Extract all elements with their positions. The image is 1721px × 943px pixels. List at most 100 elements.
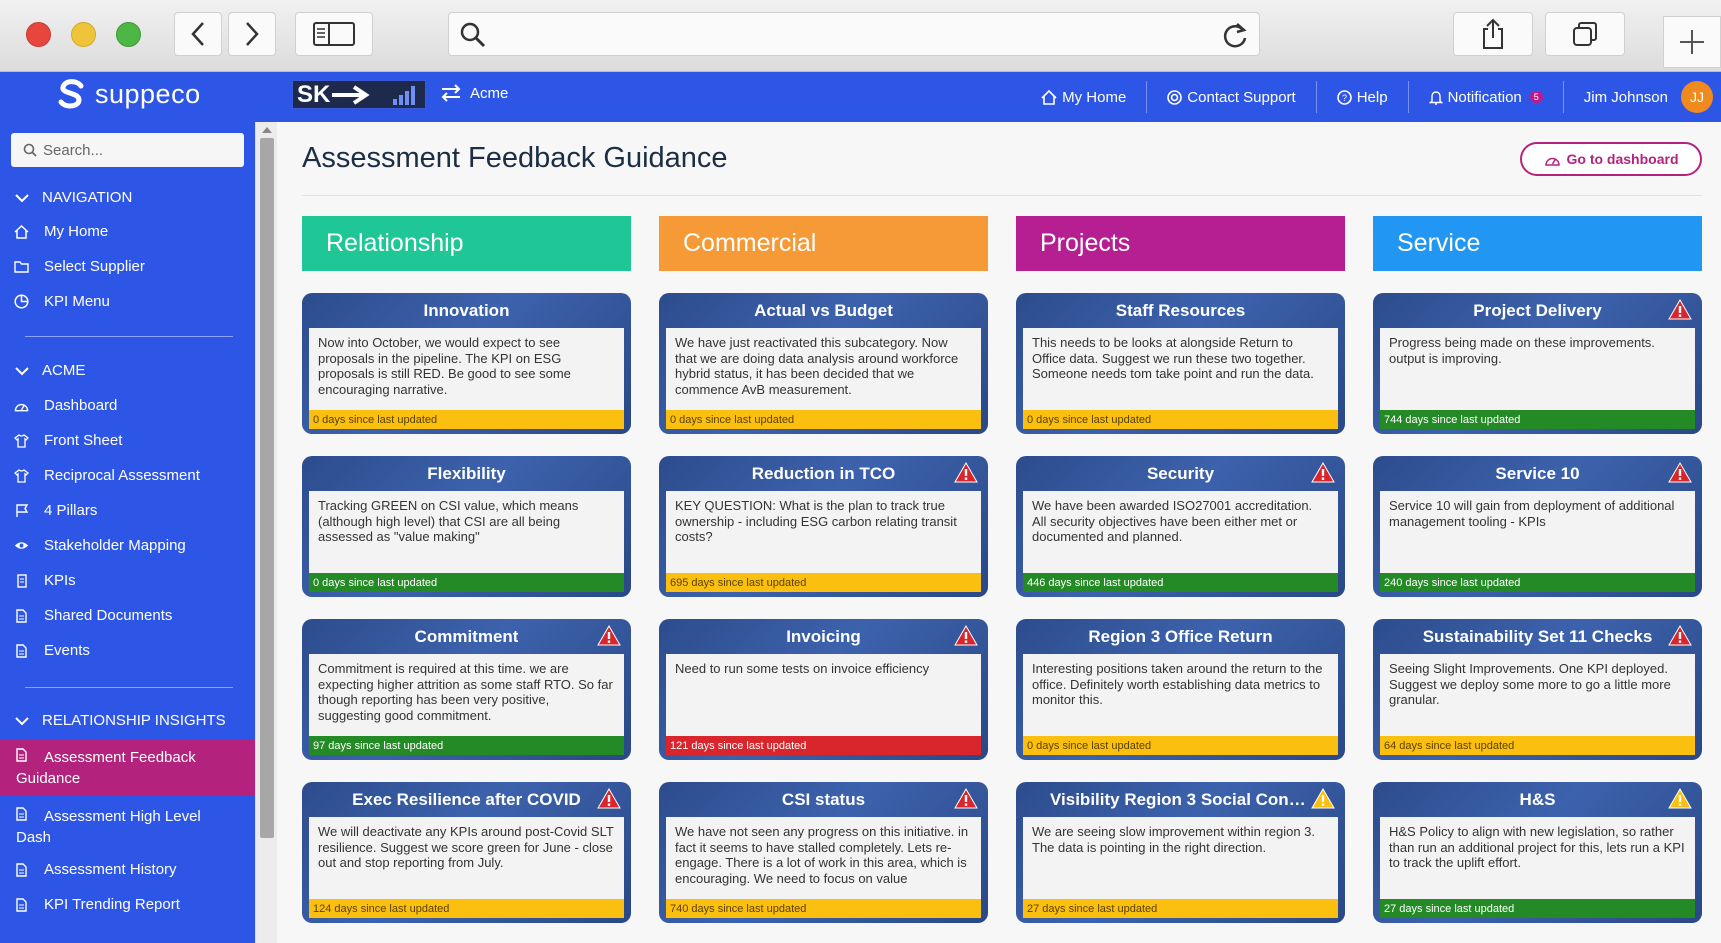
card-status-bar: 446 days since last updated xyxy=(1023,573,1338,592)
zoom-window-button[interactable] xyxy=(116,22,141,47)
sidebar-item-shared-documents[interactable]: Shared Documents xyxy=(14,607,172,624)
sidebar-item-label: KPIs xyxy=(44,572,76,589)
sidebar-item-4-pillars[interactable]: 4 Pillars xyxy=(14,502,97,519)
close-window-button[interactable] xyxy=(26,22,51,47)
last-updated-text: 0 days since last updated xyxy=(670,413,795,426)
card-status-bar: 695 days since last updated xyxy=(666,573,981,592)
document-icon xyxy=(16,862,27,877)
card-title-text: Project Delivery xyxy=(1473,301,1602,320)
card-status-bar: 0 days since last updated xyxy=(1023,410,1338,429)
sidebar-item-events[interactable]: Events xyxy=(14,642,90,659)
suppeco-logo-icon xyxy=(58,79,84,109)
sidebar-item-front-sheet[interactable]: Front Sheet xyxy=(14,432,122,449)
chevron-left-icon xyxy=(191,22,204,46)
sidebar-item-assessment-high-level-dash[interactable]: Assessment High Level Dash xyxy=(0,798,255,850)
speedometer-icon xyxy=(14,403,29,411)
sidebar-toggle-button[interactable] xyxy=(295,12,373,56)
reload-icon[interactable] xyxy=(1221,20,1249,50)
feedback-card[interactable]: Region 3 Office Return Interesting positi… xyxy=(1016,619,1345,760)
card-status-bar: 0 days since last updated xyxy=(309,573,624,592)
feedback-card[interactable]: Innovation Now into October, we would exp… xyxy=(302,293,631,434)
forward-button[interactable] xyxy=(228,12,276,56)
document-icon xyxy=(16,897,27,912)
card-title: Exec Resilience after COVID xyxy=(302,782,631,818)
shirt-icon xyxy=(14,468,29,483)
sidebar-item-label: Assessment History xyxy=(44,861,177,878)
card-title: CSI status xyxy=(659,782,988,818)
sidebar-item-assessment-feedback-guidance[interactable]: Assessment Feedback Guidance xyxy=(0,739,255,796)
last-updated-text: 446 days since last updated xyxy=(1027,576,1164,589)
plus-icon xyxy=(1680,30,1704,54)
go-to-dashboard-button[interactable]: Go to dashboard xyxy=(1520,142,1702,176)
section-navigation[interactable]: NAVIGATION xyxy=(14,189,132,206)
section-acme[interactable]: ACME xyxy=(14,362,85,379)
card-status-bar: 27 days since last updated xyxy=(1023,899,1338,918)
flag-icon xyxy=(15,503,28,517)
sidebar-item-dashboard[interactable]: Dashboard xyxy=(14,397,117,414)
feedback-card[interactable]: Exec Resilience after COVID We will deact… xyxy=(302,782,631,923)
bell-icon xyxy=(1428,90,1443,105)
scroll-up-icon[interactable] xyxy=(261,126,273,134)
sidebar-item-assessment-history[interactable]: Assessment History xyxy=(14,861,177,878)
chevron-right-icon xyxy=(246,22,259,46)
sidebar-search-input[interactable]: Search... xyxy=(11,133,244,167)
card-body: Commitment is required at this time. we … xyxy=(309,654,624,736)
scrollbar-thumb[interactable] xyxy=(260,138,274,838)
card-status-bar: 0 days since last updated xyxy=(309,410,624,429)
feedback-card[interactable]: Security We have been awarded ISO27001 ac… xyxy=(1016,456,1345,597)
title-divider xyxy=(302,195,1702,196)
sidebar-item-kpis[interactable]: KPIs xyxy=(14,572,76,589)
my-home-link[interactable]: My Home xyxy=(1021,81,1146,113)
sidebar-item-kpi-menu[interactable]: KPI Menu xyxy=(14,293,110,310)
card-status-bar: 97 days since last updated xyxy=(309,736,624,755)
feedback-card[interactable]: H&S H&S Policy to align with new legislat… xyxy=(1373,782,1702,923)
tabs-button[interactable] xyxy=(1545,12,1625,56)
feedback-card[interactable]: Visibility Region 3 Social Condi... We ar… xyxy=(1016,782,1345,923)
feedback-card[interactable]: Service 10 Service 10 will gain from depl… xyxy=(1373,456,1702,597)
last-updated-text: 240 days since last updated xyxy=(1384,576,1521,589)
new-tab-button[interactable] xyxy=(1663,16,1721,68)
last-updated-text: 744 days since last updated xyxy=(1384,413,1521,426)
feedback-card[interactable]: Actual vs Budget We have just reactivated… xyxy=(659,293,988,434)
feedback-card[interactable]: Invoicing Need to run some tests on invoi… xyxy=(659,619,988,760)
warning-icon xyxy=(1668,462,1692,488)
minimize-window-button[interactable] xyxy=(71,22,96,47)
card-title-text: Actual vs Budget xyxy=(754,301,893,320)
card-title-text: Sustainability Set 11 Checks xyxy=(1422,627,1653,646)
contact-support-link[interactable]: Contact Support xyxy=(1146,81,1315,113)
sidebar-item-reciprocal-assessment[interactable]: Reciprocal Assessment xyxy=(14,467,200,484)
address-bar[interactable] xyxy=(448,12,1260,56)
feedback-card[interactable]: Reduction in TCO KEY QUESTION: What is th… xyxy=(659,456,988,597)
feedback-card[interactable]: Commitment Commitment is required at this… xyxy=(302,619,631,760)
account-switcher[interactable]: Acme xyxy=(440,84,508,102)
sidebar-item-select-supplier[interactable]: Select Supplier xyxy=(14,258,145,275)
suppeco-logo[interactable]: suppeco xyxy=(55,78,201,110)
feedback-card[interactable]: Flexibility Tracking GREEN on CSI value, … xyxy=(302,456,631,597)
section-title: ACME xyxy=(42,362,86,379)
svg-text:?: ? xyxy=(1342,93,1347,103)
sidebar-item-stakeholder-mapping[interactable]: Stakeholder Mapping xyxy=(14,537,186,554)
section-relationship-insights[interactable]: RELATIONSHIP INSIGHTS xyxy=(14,712,226,729)
folder-icon xyxy=(14,261,29,273)
card-status-bar: 121 days since last updated xyxy=(666,736,981,755)
feedback-card[interactable]: CSI status We have not seen any progress … xyxy=(659,782,988,923)
warning-icon xyxy=(597,788,621,814)
card-body: Need to run some tests on invoice effici… xyxy=(666,654,981,736)
sidebar-item-kpi-trending-report[interactable]: KPI Trending Report xyxy=(14,896,180,913)
feedback-card[interactable]: Staff Resources This needs to be looks at… xyxy=(1016,293,1345,434)
help-link[interactable]: ? Help xyxy=(1315,81,1408,113)
search-icon xyxy=(460,22,486,48)
sidebar-scrollbar[interactable] xyxy=(255,122,277,943)
feedback-card[interactable]: Sustainability Set 11 Checks Seeing Sligh… xyxy=(1373,619,1702,760)
notification-link[interactable]: Notification 5 xyxy=(1407,81,1563,113)
feedback-card[interactable]: Project Delivery Progress being made on t… xyxy=(1373,293,1702,434)
sidebar-item-my-home[interactable]: My Home xyxy=(14,223,108,240)
last-updated-text: 27 days since last updated xyxy=(1027,902,1158,915)
user-menu[interactable]: Jim Johnson JJ xyxy=(1562,81,1721,113)
share-button[interactable] xyxy=(1453,12,1533,56)
back-button[interactable] xyxy=(174,12,222,56)
card-title-text: CSI status xyxy=(781,790,866,809)
card-status-bar: 240 days since last updated xyxy=(1380,573,1695,592)
last-updated-text: 0 days since last updated xyxy=(1027,413,1152,426)
user-name: Jim Johnson xyxy=(1583,88,1668,106)
